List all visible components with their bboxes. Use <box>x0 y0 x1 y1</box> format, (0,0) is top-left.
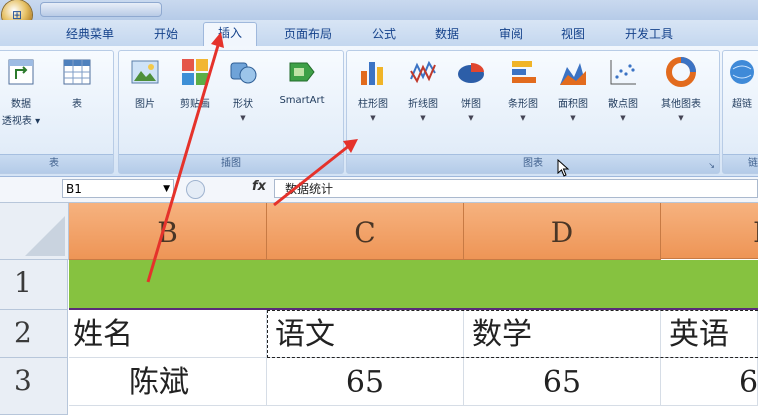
select-all-triangle-icon <box>25 216 65 256</box>
cell-b2[interactable]: 姓名 <box>69 310 267 358</box>
column-header-e[interactable]: E <box>661 203 758 259</box>
scatter-chart-icon <box>610 60 636 85</box>
formula-bar: B1 ▼ fx 数据统计 <box>0 177 758 203</box>
column-header-c[interactable]: C <box>267 203 464 260</box>
tab-developer[interactable]: 开发工具 <box>612 24 686 44</box>
quick-access-toolbar[interactable] <box>40 2 162 17</box>
column-chart-button[interactable]: 柱形图 ▼ <box>349 57 397 122</box>
line-chart-icon <box>410 60 436 84</box>
cell-e3[interactable]: 6 <box>661 358 758 406</box>
scatter-chart-button[interactable]: 散点图 ▼ <box>599 57 647 122</box>
column-header-d[interactable]: D <box>464 203 661 260</box>
row-header-3[interactable]: 3 <box>0 358 68 415</box>
shapes-dropdown-icon: ▼ <box>240 114 246 122</box>
picture-icon <box>131 60 159 84</box>
tab-classic-menu[interactable]: 经典菜单 <box>58 24 122 44</box>
tab-home[interactable]: 开始 <box>142 24 190 44</box>
pie-chart-button[interactable]: 饼图 ▼ <box>451 57 491 122</box>
links-group: 超链 链 <box>722 50 758 174</box>
tab-insert[interactable]: 插入 <box>203 22 257 48</box>
shapes-icon <box>230 62 257 84</box>
merged-title-cell[interactable] <box>69 260 758 310</box>
group-label-table: 表 <box>0 154 113 173</box>
smartart-icon <box>289 62 315 82</box>
bar-chart-button[interactable]: 条形图 ▼ <box>499 57 547 122</box>
mouse-cursor-icon <box>557 159 570 177</box>
group-label-links: 链 <box>723 154 758 173</box>
name-box-dropdown-icon[interactable]: ▼ <box>163 180 170 199</box>
shapes-button[interactable]: 形状 ▼ <box>225 57 261 122</box>
illustrations-group: 图片 剪贴画 形状 ▼ SmartArt 插图 <box>118 50 344 174</box>
column-header-b[interactable]: B <box>69 203 267 260</box>
ribbon-tabs: 经典菜单 开始 插入 页面布局 公式 数据 审阅 视图 开发工具 <box>0 20 758 48</box>
tab-view[interactable]: 视图 <box>550 24 596 44</box>
row-header-1[interactable]: 1 <box>0 260 68 310</box>
copy-selection-marquee <box>267 310 758 358</box>
name-box[interactable]: B1 ▼ <box>62 179 174 198</box>
tab-review[interactable]: 审阅 <box>488 24 534 44</box>
formula-input[interactable]: 数据统计 <box>274 179 758 198</box>
row-header-2[interactable]: 2 <box>0 310 68 358</box>
table-icon <box>63 59 91 85</box>
table-button[interactable]: 表 <box>59 57 95 110</box>
worksheet-grid: B C D E 1 2 3 姓名 语文 数学 英语 陈斌 65 65 6 <box>0 203 758 415</box>
clipart-icon <box>182 59 208 85</box>
hyperlink-icon <box>730 60 754 84</box>
smartart-button[interactable]: SmartArt <box>269 57 335 106</box>
column-chart-icon <box>361 62 383 85</box>
tab-data[interactable]: 数据 <box>424 24 470 44</box>
cell-d3[interactable]: 65 <box>464 358 661 406</box>
ribbon: 数据 透视表 ▾ 表 表 图片 剪贴画 形状 ▼ SmartArt 插图 柱形图… <box>0 46 758 177</box>
tab-formulas[interactable]: 公式 <box>361 24 407 44</box>
charts-group: 柱形图 ▼ 折线图 ▼ 饼图 ▼ 条形图 ▼ 面积图 ▼ 散点图 ▼ 其他图表 … <box>346 50 720 177</box>
area-chart-button[interactable]: 面积图 ▼ <box>549 57 597 122</box>
clipart-button[interactable]: 剪贴画 <box>173 57 217 110</box>
dialog-launcher-icon[interactable]: ↘ <box>708 161 715 170</box>
title-bar: ⊞ <box>0 0 758 30</box>
other-chart-icon <box>666 57 696 87</box>
pivot-icon <box>8 59 34 85</box>
bar-chart-icon <box>512 61 536 83</box>
pivot-table-button[interactable]: 数据 透视表 ▾ <box>0 57 43 127</box>
tab-page-layout[interactable]: 页面布局 <box>272 24 344 44</box>
table-group: 数据 透视表 ▾ 表 表 <box>0 50 114 174</box>
insert-function-icon[interactable]: fx <box>252 179 266 194</box>
formula-bar-expand-icon[interactable] <box>186 180 205 199</box>
select-all-corner[interactable] <box>0 203 69 260</box>
other-charts-button[interactable]: 其他图表 ▼ <box>651 57 711 122</box>
cell-c3[interactable]: 65 <box>267 358 464 406</box>
group-label-illustrations: 插图 <box>119 154 343 173</box>
pie-chart-icon <box>458 63 484 83</box>
line-chart-button[interactable]: 折线图 ▼ <box>399 57 447 122</box>
group-label-charts: 图表 <box>347 154 719 173</box>
picture-button[interactable]: 图片 <box>127 57 163 110</box>
hyperlink-button[interactable]: 超链 <box>725 57 758 110</box>
cell-b3[interactable]: 陈斌 <box>69 358 267 406</box>
area-chart-icon <box>560 63 586 85</box>
